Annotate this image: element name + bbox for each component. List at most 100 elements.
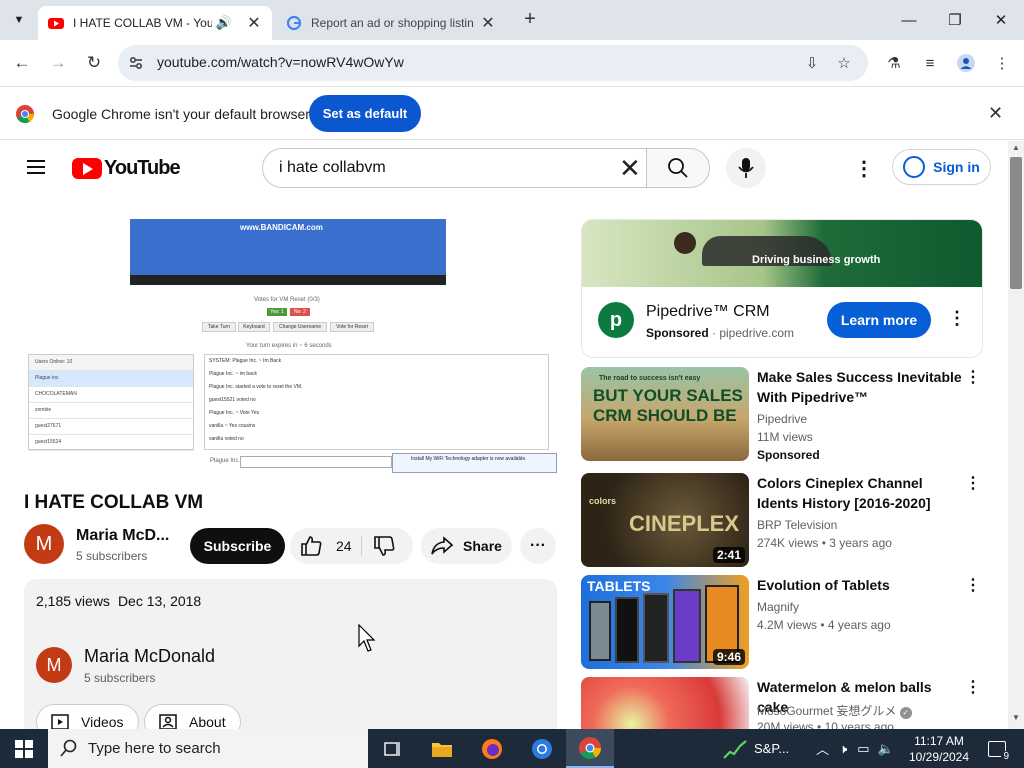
google-favicon-icon xyxy=(286,15,302,31)
dislike-button[interactable] xyxy=(373,535,395,562)
video-menu-icon[interactable]: ⋮ xyxy=(965,367,981,387)
guide-menu-icon[interactable] xyxy=(24,156,48,180)
channel-avatar[interactable]: M xyxy=(36,647,72,683)
person-card-icon xyxy=(159,714,177,730)
close-window-icon[interactable]: ✕ xyxy=(978,6,1024,34)
ad-card[interactable]: Driving business growth p Pipedrive™ CRM… xyxy=(581,219,983,358)
media-controls-icon[interactable]: ≡ xyxy=(919,52,941,74)
recommendation-item[interactable]: The road to success isn't easy BUT YOUR … xyxy=(581,367,991,463)
video-menu-icon[interactable]: ⋮ xyxy=(965,677,981,697)
recommendation-item[interactable]: TABLETS 9:46 Evolution of Tablets Magnif… xyxy=(581,575,991,671)
clear-search-icon[interactable]: ✕ xyxy=(619,155,641,181)
search-input[interactable]: i hate collabvm ✕ xyxy=(262,148,647,188)
channel-name[interactable]: Pipedrive xyxy=(757,412,807,426)
tab-search-chevron-icon[interactable]: ▼ xyxy=(6,7,32,33)
speaker-tray-icon[interactable]: 🔈 xyxy=(878,741,894,757)
system-tray[interactable]: ︿ 🕨 ▭ 🔈 xyxy=(816,729,894,768)
ad-title[interactable]: Pipedrive™ CRM xyxy=(646,303,770,321)
video-title[interactable]: Make Sales Success Inevitable With Piped… xyxy=(757,367,962,407)
video-menu-icon[interactable]: ⋮ xyxy=(965,575,981,595)
scroll-up-icon[interactable]: ▲ xyxy=(1012,143,1020,152)
bookmark-star-icon[interactable]: ☆ xyxy=(834,53,854,73)
recommendation-item[interactable]: colors CINEPLEX 2:41 Colors Cineplex Cha… xyxy=(581,473,991,569)
sign-in-button[interactable]: Sign in xyxy=(892,149,991,185)
install-app-icon[interactable]: ⇩ xyxy=(802,53,822,73)
video-thumbnail[interactable] xyxy=(581,677,749,729)
task-view-icon[interactable] xyxy=(368,729,416,768)
recommendation-item[interactable]: Watermelon & melon balls cake MosoGourme… xyxy=(581,677,991,729)
learn-more-button[interactable]: Learn more xyxy=(827,302,931,338)
thumbnail-caption: colors xyxy=(589,496,617,506)
scroll-down-icon[interactable]: ▼ xyxy=(1012,713,1020,722)
channel-name[interactable]: Maria McD... xyxy=(76,527,169,545)
channel-full-name[interactable]: Maria McDonald xyxy=(84,646,215,667)
forward-arrow-icon[interactable]: → xyxy=(45,50,71,76)
stock-widget[interactable]: S&P... xyxy=(722,729,789,768)
youtube-header: YouTube i hate collabvm ✕ ⋮ Sign in xyxy=(0,141,1008,197)
vm-screen: www.BANDICAM.com xyxy=(130,219,446,285)
channel-name[interactable]: Magnify xyxy=(757,600,799,614)
like-count: 24 xyxy=(336,538,352,554)
youtube-logo[interactable]: YouTube xyxy=(72,156,181,180)
page-scrollbar[interactable]: ▲ ▼ xyxy=(1008,141,1024,729)
ad-banner[interactable]: Driving business growth xyxy=(582,220,982,287)
settings-more-icon[interactable]: ⋮ xyxy=(852,156,876,181)
chrome-taskbar-icon[interactable] xyxy=(518,729,566,768)
video-menu-icon[interactable]: ⋮ xyxy=(965,473,981,493)
ad-banner-text: Driving business growth xyxy=(752,254,881,266)
network-icon[interactable]: ▭ xyxy=(857,741,869,757)
back-arrow-icon[interactable]: ← xyxy=(9,50,35,76)
channel-name[interactable]: BRP Television xyxy=(757,518,837,532)
tray-chevron-icon[interactable]: ︿ xyxy=(816,739,829,758)
channel-avatar[interactable]: M xyxy=(24,524,64,564)
firefox-icon[interactable] xyxy=(468,729,516,768)
new-tab-plus-icon[interactable]: + xyxy=(518,8,542,31)
ad-menu-icon[interactable]: ⋮ xyxy=(948,308,966,329)
close-tab-icon[interactable]: ✕ xyxy=(480,13,496,33)
video-thumbnail[interactable]: The road to success isn't easy BUT YOUR … xyxy=(581,367,749,461)
more-actions-icon[interactable]: ··· xyxy=(520,528,556,564)
pipedrive-logo: p xyxy=(598,302,634,338)
chrome-menu-icon[interactable]: ⋮ xyxy=(991,52,1013,74)
video-player[interactable]: www.BANDICAM.com Votes for VM Reset (0/3… xyxy=(24,219,557,475)
set-as-default-button[interactable]: Set as default xyxy=(309,95,421,132)
address-bar[interactable]: youtube.com/watch?v=nowRV4wOwYw ⇩ ☆ xyxy=(118,45,868,81)
minimize-icon[interactable]: — xyxy=(886,6,932,34)
close-tab-icon[interactable]: ✕ xyxy=(246,13,262,33)
clock[interactable]: 11:17 AM 10/29/2024 xyxy=(908,729,970,768)
channel-name[interactable]: MosoGourmet 妄想グルメ ✓ xyxy=(757,702,912,719)
description-box[interactable]: 2,185 views Dec 13, 2018 M Maria McDonald… xyxy=(24,579,557,740)
video-title[interactable]: Evolution of Tablets xyxy=(757,575,962,595)
video-thumbnail[interactable]: colors CINEPLEX 2:41 xyxy=(581,473,749,567)
site-settings-icon[interactable] xyxy=(126,53,146,73)
taskbar-search-box[interactable]: Type here to search xyxy=(48,729,368,768)
share-button[interactable]: Share xyxy=(421,528,512,564)
reload-icon[interactable]: ↻ xyxy=(81,50,107,76)
keyboard-button: Keyboard xyxy=(238,322,270,332)
list-item: zombie xyxy=(29,403,193,419)
subscriber-count: 5 subscribers xyxy=(76,549,148,563)
file-explorer-icon[interactable] xyxy=(418,729,466,768)
stock-label: S&P... xyxy=(754,741,790,756)
scrollbar-thumb[interactable] xyxy=(1010,157,1022,289)
search-button[interactable] xyxy=(646,148,710,188)
speaker-icon[interactable]: 🔊 xyxy=(216,15,232,31)
close-infobar-icon[interactable]: ✕ xyxy=(988,103,1003,124)
start-button[interactable] xyxy=(0,729,48,768)
video-title[interactable]: Colors Cineplex Channel Idents History [… xyxy=(757,473,962,513)
labs-flask-icon[interactable]: ⚗ xyxy=(883,52,905,74)
tab-report-ad[interactable]: Report an ad or shopping listing ✕ xyxy=(276,6,506,40)
subscribe-button[interactable]: Subscribe xyxy=(190,528,285,564)
chrome-active-taskbar-icon[interactable] xyxy=(566,729,614,768)
tab-youtube[interactable]: I HATE COLLAB VM - YouTube 🔊 ✕ xyxy=(38,6,272,40)
notification-center[interactable]: 9 xyxy=(982,729,1012,768)
vm-chat-input xyxy=(240,456,392,468)
voice-search-button[interactable] xyxy=(726,148,766,188)
volume-icon[interactable]: 🕨 xyxy=(839,741,847,757)
profile-icon[interactable] xyxy=(955,52,977,74)
video-meta: 274K views • 3 years ago xyxy=(757,536,892,550)
video-thumbnail[interactable]: TABLETS 9:46 xyxy=(581,575,749,669)
vm-users-list: Users Online: 10 Plague inc CHOCOLATEMAN… xyxy=(28,354,194,451)
restore-icon[interactable]: ❐ xyxy=(932,6,978,34)
like-button[interactable]: 24 xyxy=(300,535,352,557)
